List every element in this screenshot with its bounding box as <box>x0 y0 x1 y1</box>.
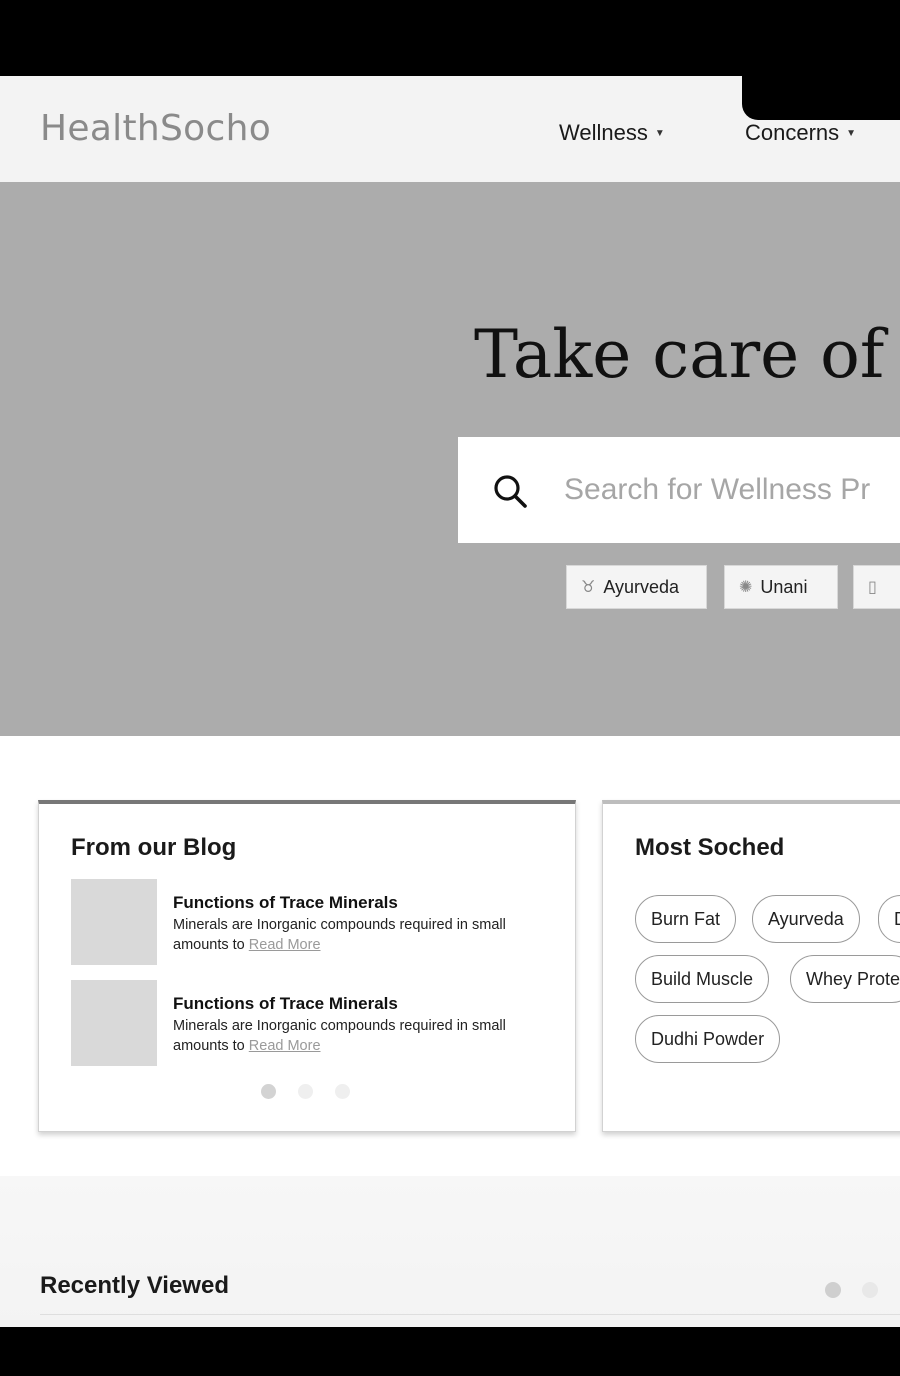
blog-thumbnail[interactable] <box>71 980 157 1066</box>
site-header: HealthSocho Wellness ▼ Concerns ▼ <box>0 76 900 182</box>
carousel-dot-1[interactable] <box>825 1282 841 1298</box>
site-logo[interactable]: HealthSocho <box>40 108 271 149</box>
ayurveda-icon: ♉ <box>581 579 596 596</box>
blog-item-heading[interactable]: Functions of Trace Minerals <box>173 893 398 913</box>
blog-item-text: Minerals are Inorganic compounds require… <box>173 1016 533 1056</box>
bottle-icon: ▯ <box>868 579 877 596</box>
chip-ayurveda[interactable]: ♉ Ayurveda <box>566 565 707 609</box>
carousel-dot-2[interactable] <box>298 1084 313 1099</box>
page: HealthSocho Wellness ▼ Concerns ▼ Take c… <box>0 76 900 1327</box>
blog-carousel-dots <box>261 1084 350 1099</box>
blog-title: From our Blog <box>71 834 237 861</box>
tag-partial[interactable]: D <box>878 895 900 943</box>
search-box[interactable] <box>458 437 900 543</box>
most-soched-card: Most Soched Burn Fat Ayurveda D Build Mu… <box>602 800 900 1132</box>
nav-wellness[interactable]: Wellness ▼ <box>559 120 665 146</box>
read-more-link[interactable]: Read More <box>249 937 321 953</box>
blog-item-heading[interactable]: Functions of Trace Minerals <box>173 994 398 1014</box>
device-notch <box>742 76 900 120</box>
unani-icon: ✺ <box>739 579 753 596</box>
tag-dudhi-powder[interactable]: Dudhi Powder <box>635 1015 781 1063</box>
chip-third[interactable]: ▯ <box>853 565 900 609</box>
nav-concerns-label: Concerns <box>745 120 840 145</box>
carousel-dot-3[interactable] <box>335 1084 350 1099</box>
most-soched-title: Most Soched <box>635 834 785 861</box>
blog-item-excerpt: Minerals are Inorganic compounds require… <box>173 1018 506 1054</box>
blog-card: From our Blog Functions of Trace Mineral… <box>38 800 576 1132</box>
search-input[interactable] <box>564 468 900 512</box>
blog-item-text: Minerals are Inorganic compounds require… <box>173 915 533 955</box>
tag-whey-protein[interactable]: Whey Prote <box>790 955 900 1003</box>
recently-viewed-title: Recently Viewed <box>40 1272 229 1299</box>
recently-viewed-section <box>0 1176 900 1327</box>
bottom-black-bar <box>0 1327 900 1376</box>
recently-viewed-dots <box>825 1282 878 1298</box>
blog-item[interactable]: Functions of Trace Minerals Minerals are… <box>71 879 551 965</box>
chip-unani-label: Unani <box>760 576 808 597</box>
chip-ayurveda-label: Ayurveda <box>603 576 680 597</box>
nav-concerns[interactable]: Concerns ▼ <box>745 120 856 146</box>
read-more-link[interactable]: Read More <box>249 1038 321 1054</box>
blog-item-excerpt: Minerals are Inorganic compounds require… <box>173 917 506 953</box>
nav-wellness-label: Wellness <box>559 120 648 145</box>
chip-unani[interactable]: ✺ Unani <box>724 565 838 609</box>
top-black-bar <box>0 0 900 76</box>
caret-down-icon: ▼ <box>654 127 665 139</box>
tag-ayurveda[interactable]: Ayurveda <box>752 895 860 943</box>
divider <box>40 1314 900 1315</box>
carousel-dot-2[interactable] <box>862 1282 878 1298</box>
tag-burn-fat[interactable]: Burn Fat <box>635 895 737 943</box>
carousel-dot-1[interactable] <box>261 1084 276 1099</box>
blog-thumbnail[interactable] <box>71 879 157 965</box>
caret-down-icon: ▼ <box>846 127 857 139</box>
tag-build-muscle[interactable]: Build Muscle <box>635 955 770 1003</box>
hero-section: Take care of y ♉ Ayurveda ✺ Unani ▯ <box>0 182 900 736</box>
blog-item[interactable]: Functions of Trace Minerals Minerals are… <box>71 980 551 1066</box>
search-icon[interactable] <box>492 473 528 509</box>
hero-title: Take care of y <box>474 316 900 393</box>
